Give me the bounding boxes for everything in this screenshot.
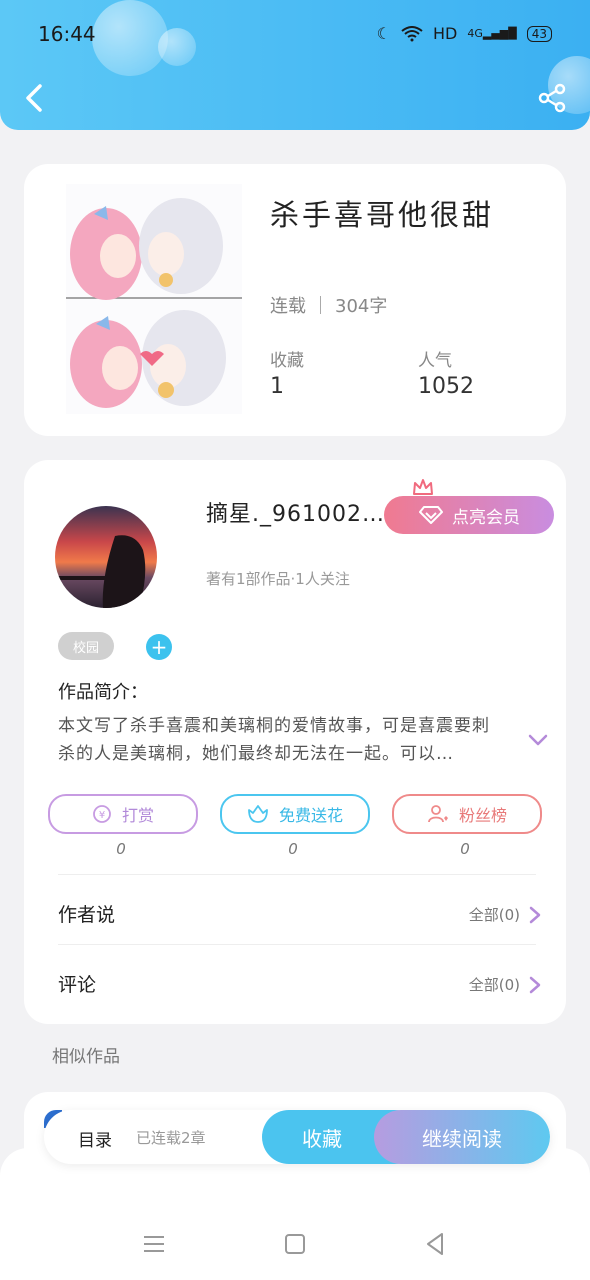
decorative-bubble — [158, 28, 196, 66]
reward-count: 0 — [116, 840, 126, 858]
fans-ranking-button[interactable]: 粉丝榜 — [392, 794, 542, 834]
chevron-down-icon[interactable] — [526, 728, 550, 752]
continue-reading-button[interactable]: 继续阅读 — [374, 1110, 550, 1164]
chevron-right-icon — [529, 976, 541, 993]
author-name[interactable]: 摘星._961002… — [206, 496, 385, 528]
network-label: HD — [432, 24, 458, 43]
popularity-value: 1052 — [418, 374, 474, 399]
author-notes-all-label: 全部(0) — [468, 906, 520, 924]
author-notes-label: 作者说 — [58, 904, 116, 926]
author-notes-all-link[interactable]: 全部(0) — [469, 904, 542, 925]
author-card: 摘星._961002… 点亮会员 著有1部作品·1人关注 校园 + 作品简介： … — [24, 460, 566, 1024]
intro-label: 作品简介： — [58, 682, 148, 703]
back-nav-icon[interactable] — [422, 1230, 450, 1258]
flower-icon — [248, 805, 268, 823]
wifi-icon — [401, 25, 423, 41]
word-count: 304字 — [335, 296, 388, 317]
battery-icon: 43 — [526, 25, 552, 42]
divider — [58, 874, 536, 875]
book-title: 杀手喜哥他很甜 — [270, 198, 495, 232]
vip-label: 点亮会员 — [452, 507, 520, 528]
signal-icon: 4G▂▄▆█ — [467, 27, 517, 40]
fans-ranking-label: 粉丝榜 — [458, 806, 507, 825]
flower-count: 0 — [288, 840, 298, 858]
chevron-right-icon — [529, 906, 541, 923]
fans-count: 0 — [460, 840, 470, 858]
book-info-card: 杀手喜哥他很甜 连载 304字 收藏 1 人气 1052 — [24, 164, 566, 436]
favorite-label: 收藏 — [302, 1126, 342, 1151]
svg-text:¥: ¥ — [99, 810, 105, 821]
comments-all-link[interactable]: 全部(0) — [469, 974, 542, 995]
menu-nav-icon[interactable] — [140, 1230, 168, 1258]
reward-button[interactable]: ¥ 打赏 — [48, 794, 198, 834]
similar-works-title: 相似作品 — [52, 1047, 120, 1067]
send-flower-button[interactable]: 免费送花 — [220, 794, 370, 834]
add-tag-button[interactable]: + — [146, 634, 172, 660]
divider — [320, 296, 321, 314]
reading-action-bar: 目录 已连载2章 收藏 继续阅读 — [44, 1110, 550, 1164]
diamond-icon — [419, 506, 443, 524]
bottom-sheet — [0, 1148, 590, 1280]
home-nav-icon[interactable] — [281, 1230, 309, 1258]
back-button[interactable] — [20, 80, 50, 116]
send-flower-label: 免费送花 — [278, 806, 343, 825]
reward-label: 打赏 — [121, 806, 154, 825]
serial-status: 连载 — [270, 296, 306, 317]
catalog-button[interactable]: 目录 — [78, 1126, 112, 1151]
favorites-label: 收藏 — [270, 351, 304, 371]
category-tag[interactable]: 校园 — [58, 632, 114, 660]
chapter-count: 已连载2章 — [136, 1129, 206, 1147]
moon-icon: ☾ — [376, 24, 391, 43]
favorites-value: 1 — [270, 374, 284, 399]
header: 16:44 ☾ HD 4G▂▄▆█ 43 — [0, 0, 590, 130]
status-icons: ☾ HD 4G▂▄▆█ 43 — [377, 24, 552, 43]
coin-icon: ¥ — [93, 805, 111, 823]
continue-reading-label: 继续阅读 — [422, 1126, 502, 1151]
book-cover[interactable] — [66, 184, 242, 414]
crown-icon — [413, 479, 433, 495]
book-status-row: 连载 304字 — [270, 292, 387, 318]
status-time: 16:44 — [38, 22, 96, 46]
cover-illustration-icon — [66, 184, 242, 414]
author-meta: 著有1部作品·1人关注 — [206, 570, 350, 588]
comments-all-label: 全部(0) — [468, 976, 520, 994]
share-button[interactable] — [536, 82, 568, 114]
decorative-bubble — [92, 0, 168, 76]
comments-label: 评论 — [58, 974, 97, 996]
intro-text: 本文写了杀手喜震和美璃桐的爱情故事，可是喜震要刺杀的人是美璃桐，她们最终却无法在… — [58, 716, 490, 764]
user-heart-icon — [428, 805, 448, 823]
divider — [58, 944, 536, 945]
popularity-label: 人气 — [418, 351, 452, 371]
vip-button[interactable]: 点亮会员 — [384, 496, 554, 534]
avatar-image-icon — [55, 506, 157, 608]
avatar[interactable] — [55, 506, 157, 608]
